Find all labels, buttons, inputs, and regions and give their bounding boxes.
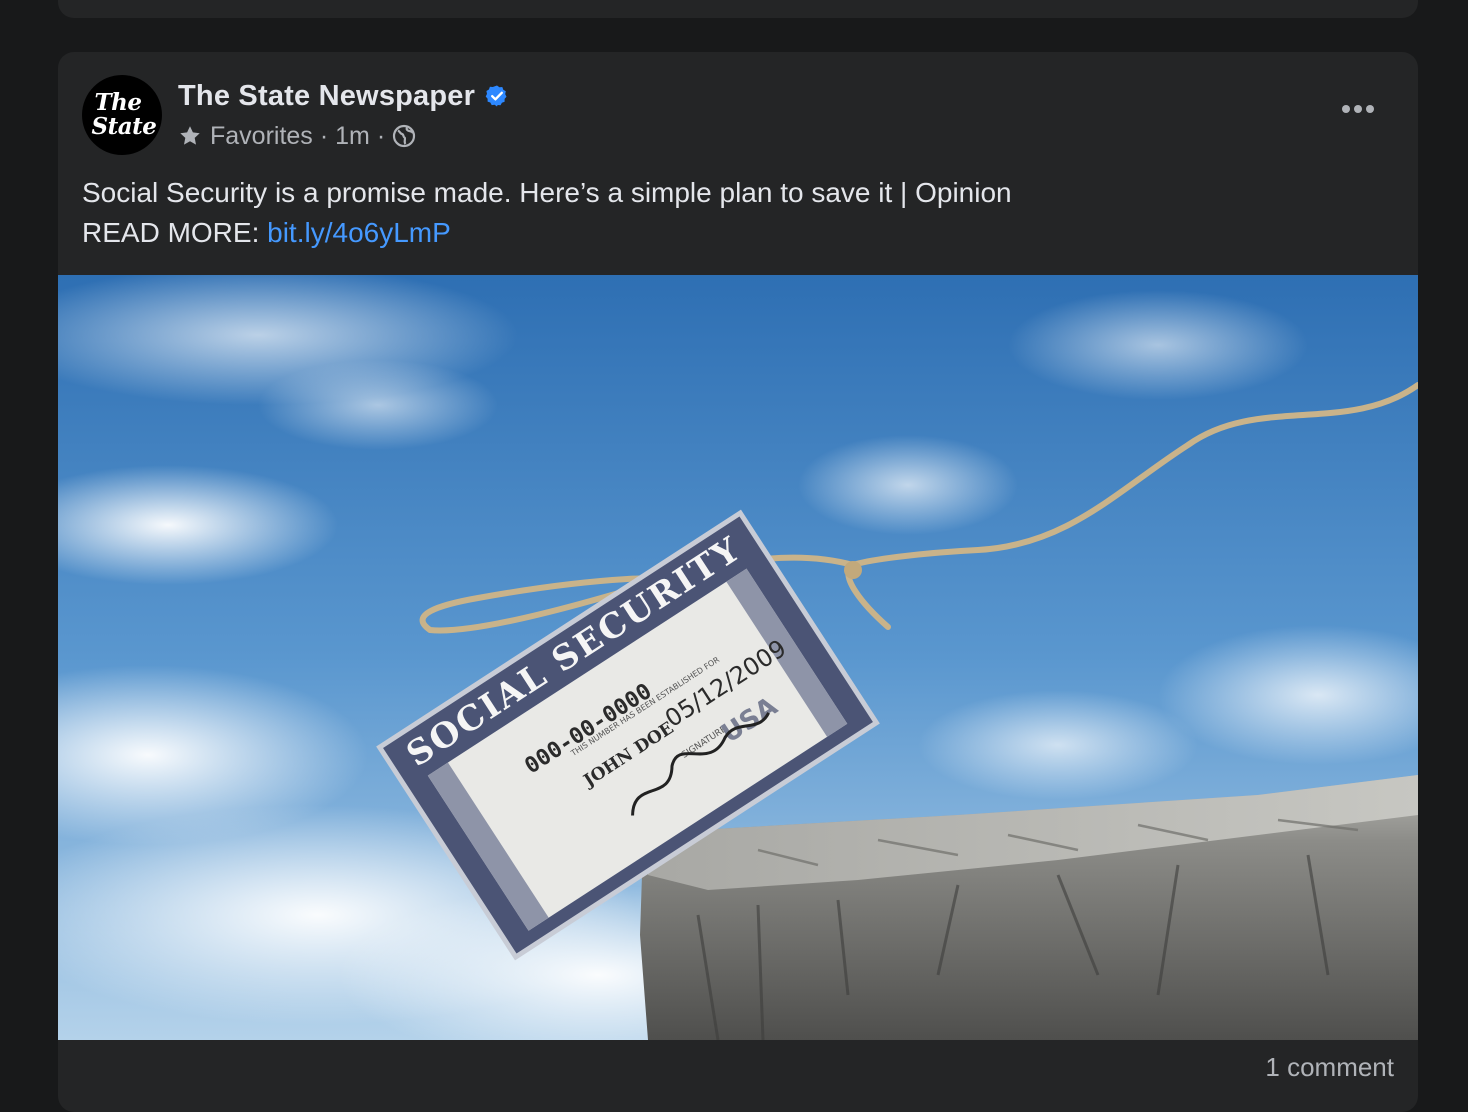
post-header: The State Newspaper [178, 76, 509, 116]
post-image[interactable]: SOCIAL SECURITY 000-00-0000 THIS NUMBER … [58, 275, 1418, 1040]
post-timestamp[interactable]: 1m [335, 122, 370, 151]
comment-count[interactable]: 1 comment [1265, 1052, 1394, 1083]
cloud [918, 690, 1198, 800]
read-more-label: READ MORE: [82, 217, 268, 248]
verified-badge-icon [485, 85, 507, 107]
rope-knot [844, 561, 862, 579]
audience-label[interactable]: Favorites [210, 122, 313, 151]
more-options-icon [1354, 105, 1362, 113]
star-icon [180, 126, 200, 145]
more-options-icon [1366, 105, 1374, 113]
cloud [1008, 290, 1308, 400]
post-meta: Favorites · 1m · [178, 118, 416, 154]
more-options-button[interactable] [1338, 94, 1378, 124]
read-more-line: READ MORE: bit.ly/4o6yLmP [82, 213, 1394, 253]
post-card: The State The State Newspaper Favorites … [58, 52, 1418, 1112]
meta-separator: · [319, 121, 329, 150]
cloud [258, 360, 498, 450]
cloud [798, 435, 1018, 535]
post-headline: Social Security is a promise made. Here’… [82, 177, 1012, 208]
page-avatar[interactable]: The State [82, 75, 162, 155]
previous-post-card [58, 0, 1418, 18]
post-message: Social Security is a promise made. Here’… [82, 173, 1394, 253]
page-name-link[interactable]: The State Newspaper [178, 80, 475, 113]
globe-icon [393, 124, 416, 148]
avatar-logo-line2: State [91, 113, 157, 140]
avatar-logo-line1: The [94, 89, 142, 116]
article-link[interactable]: bit.ly/4o6yLmP [267, 217, 451, 248]
more-options-icon [1342, 105, 1350, 113]
meta-separator: · [376, 121, 386, 150]
